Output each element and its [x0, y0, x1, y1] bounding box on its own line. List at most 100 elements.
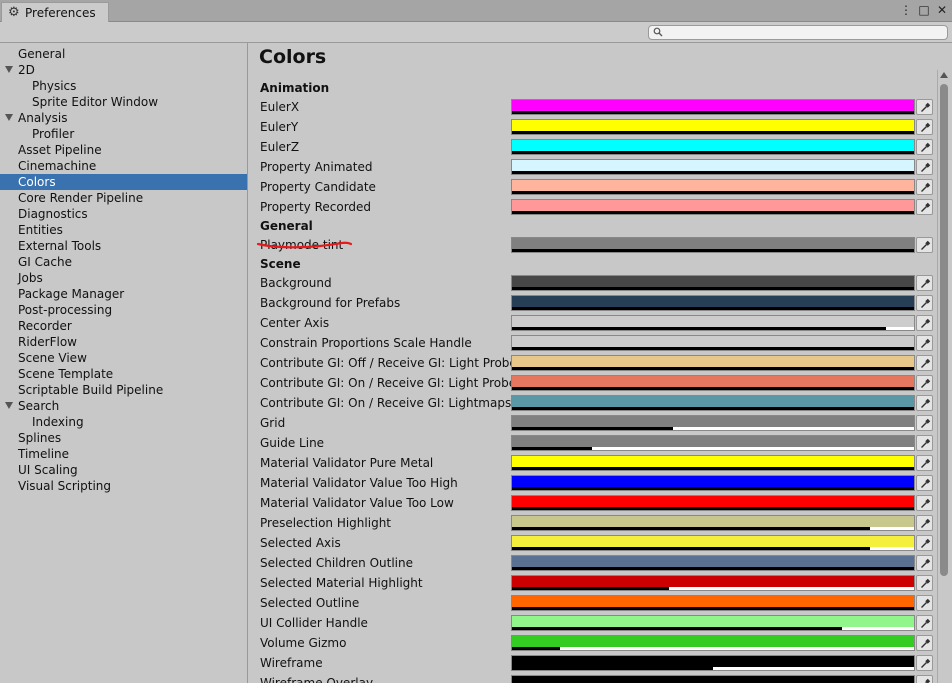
sidebar-item-colors[interactable]: Colors [0, 174, 247, 190]
color-swatch-field[interactable] [511, 335, 915, 351]
sidebar-item-post-processing[interactable]: Post-processing [0, 302, 247, 318]
eyedropper-button[interactable] [916, 335, 933, 351]
eyedropper-button[interactable] [916, 179, 933, 195]
sidebar-item-visual-scripting[interactable]: Visual Scripting [0, 478, 247, 494]
sidebar-item-general[interactable]: General [0, 46, 247, 62]
color-swatch-field[interactable] [511, 355, 915, 371]
close-icon[interactable]: ✕ [936, 3, 948, 17]
alpha-bar [512, 171, 914, 174]
eyedropper-button[interactable] [916, 555, 933, 571]
eyedropper-button[interactable] [916, 395, 933, 411]
eyedropper-button[interactable] [916, 375, 933, 391]
color-swatch-field[interactable] [511, 615, 915, 631]
color-swatch-field[interactable] [511, 655, 915, 671]
alpha-bar [512, 507, 914, 510]
color-setting-row: UI Collider Handle [249, 613, 937, 633]
color-swatch-field[interactable] [511, 199, 915, 215]
color-swatch-field[interactable] [511, 475, 915, 491]
color-swatch-field[interactable] [511, 635, 915, 651]
color-swatch-field[interactable] [511, 295, 915, 311]
eyedropper-button[interactable] [916, 139, 933, 155]
sidebar-item-diagnostics[interactable]: Diagnostics [0, 206, 247, 222]
color-swatch-field[interactable] [511, 139, 915, 155]
sidebar-item-cinemachine[interactable]: Cinemachine [0, 158, 247, 174]
color-swatch-field[interactable] [511, 495, 915, 511]
color-swatch-field[interactable] [511, 119, 915, 135]
scroll-up-arrow-icon[interactable] [940, 72, 948, 78]
sidebar-item-indexing[interactable]: Indexing [0, 414, 247, 430]
eyedropper-button[interactable] [916, 237, 933, 253]
eyedropper-button[interactable] [916, 415, 933, 431]
sidebar-item-entities[interactable]: Entities [0, 222, 247, 238]
eyedropper-button[interactable] [916, 295, 933, 311]
sidebar-item-splines[interactable]: Splines [0, 430, 247, 446]
eyedropper-button[interactable] [916, 655, 933, 671]
vertical-scrollbar[interactable] [937, 70, 950, 683]
color-swatch-field[interactable] [511, 315, 915, 331]
sidebar-item-sprite-editor-window[interactable]: Sprite Editor Window [0, 94, 247, 110]
sidebar-item-scene-template[interactable]: Scene Template [0, 366, 247, 382]
sidebar-item-analysis[interactable]: Analysis [0, 110, 247, 126]
eyedropper-button[interactable] [916, 575, 933, 591]
sidebar-item-package-manager[interactable]: Package Manager [0, 286, 247, 302]
more-options-icon[interactable]: ⋮ [900, 3, 912, 17]
sidebar-item-search[interactable]: Search [0, 398, 247, 414]
eyedropper-button[interactable] [916, 199, 933, 215]
search-input[interactable] [648, 25, 948, 40]
color-swatch-field[interactable] [511, 415, 915, 431]
color-swatch-field[interactable] [511, 99, 915, 115]
eyedropper-button[interactable] [916, 315, 933, 331]
sidebar-item-ui-scaling[interactable]: UI Scaling [0, 462, 247, 478]
sidebar-item-core-render-pipeline[interactable]: Core Render Pipeline [0, 190, 247, 206]
eyedropper-button[interactable] [916, 615, 933, 631]
eyedropper-button[interactable] [916, 435, 933, 451]
sidebar-item-gi-cache[interactable]: GI Cache [0, 254, 247, 270]
eyedropper-button[interactable] [916, 675, 933, 683]
color-swatch-field[interactable] [511, 395, 915, 411]
eyedropper-button[interactable] [916, 495, 933, 511]
sidebar-item-recorder[interactable]: Recorder [0, 318, 247, 334]
color-swatch-field[interactable] [511, 575, 915, 591]
color-swatch-field[interactable] [511, 675, 915, 683]
color-swatch-field[interactable] [511, 535, 915, 551]
expand-triangle-icon[interactable] [5, 66, 13, 73]
sidebar-item-riderflow[interactable]: RiderFlow [0, 334, 247, 350]
color-swatch-field[interactable] [511, 435, 915, 451]
color-swatch-field[interactable] [511, 159, 915, 175]
expand-triangle-icon[interactable] [5, 402, 13, 409]
eyedropper-button[interactable] [916, 635, 933, 651]
eyedropper-button[interactable] [916, 535, 933, 551]
sidebar-item-asset-pipeline[interactable]: Asset Pipeline [0, 142, 247, 158]
gear-icon: ⚙ [8, 5, 20, 20]
sidebar-item-scene-view[interactable]: Scene View [0, 350, 247, 366]
preferences-tab[interactable]: ⚙ Preferences [1, 2, 109, 22]
eyedropper-button[interactable] [916, 475, 933, 491]
sidebar-item-jobs[interactable]: Jobs [0, 270, 247, 286]
sidebar-item-scriptable-build-pipeline[interactable]: Scriptable Build Pipeline [0, 382, 247, 398]
eyedropper-button[interactable] [916, 159, 933, 175]
color-swatch-field[interactable] [511, 455, 915, 471]
expand-triangle-icon[interactable] [5, 114, 13, 121]
eyedropper-button[interactable] [916, 455, 933, 471]
scroll-thumb[interactable] [940, 84, 948, 576]
eyedropper-button[interactable] [916, 119, 933, 135]
color-swatch-field[interactable] [511, 179, 915, 195]
sidebar-item-profiler[interactable]: Profiler [0, 126, 247, 142]
color-swatch-field[interactable] [511, 237, 915, 253]
sidebar-item-external-tools[interactable]: External Tools [0, 238, 247, 254]
color-swatch-field[interactable] [511, 275, 915, 291]
sidebar-item-2d[interactable]: 2D [0, 62, 247, 78]
sidebar-item-timeline[interactable]: Timeline [0, 446, 247, 462]
eyedropper-button[interactable] [916, 515, 933, 531]
eyedropper-button[interactable] [916, 595, 933, 611]
color-swatch-field[interactable] [511, 375, 915, 391]
eyedropper-button[interactable] [916, 99, 933, 115]
eyedropper-button[interactable] [916, 355, 933, 371]
eyedropper-icon [921, 538, 931, 548]
color-swatch-field[interactable] [511, 555, 915, 571]
eyedropper-button[interactable] [916, 275, 933, 291]
color-swatch-field[interactable] [511, 515, 915, 531]
sidebar-item-physics[interactable]: Physics [0, 78, 247, 94]
maximize-icon[interactable]: □ [918, 3, 930, 17]
color-swatch-field[interactable] [511, 595, 915, 611]
